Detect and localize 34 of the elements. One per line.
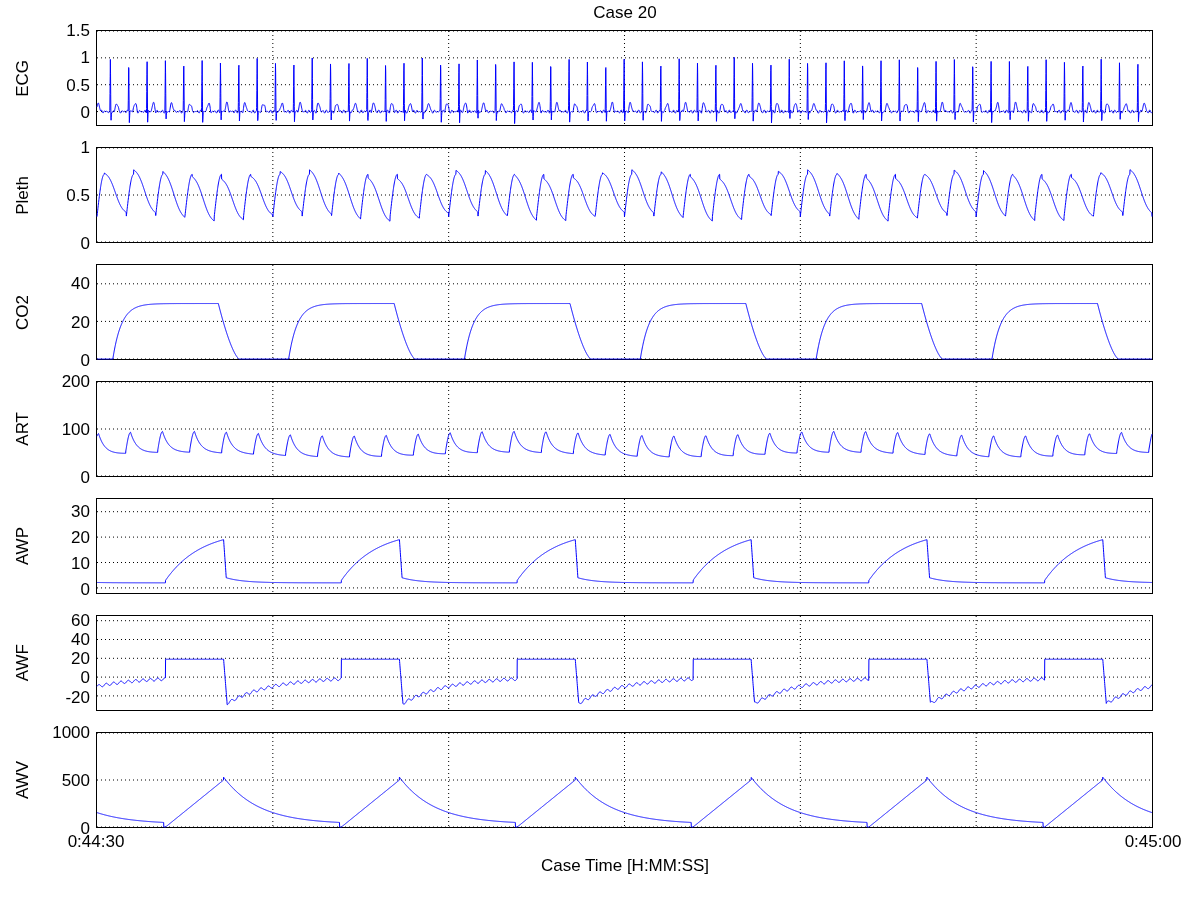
tick-label: 200 — [61, 372, 90, 390]
tick-label: 1 — [80, 138, 90, 156]
tick-label: 20 — [71, 528, 90, 546]
tick-label: 60 — [71, 611, 90, 629]
tick-label: 1000 — [52, 723, 90, 741]
tick-label: 40 — [71, 630, 90, 648]
axis-label: AWV — [13, 760, 33, 800]
tick-label: 100 — [61, 420, 90, 438]
tick-label: 20 — [71, 313, 90, 331]
tick-label: 20 — [71, 649, 90, 667]
tick-label: 1 — [80, 48, 90, 66]
tick-label: 0.5 — [66, 76, 90, 94]
axis-label: ECG — [13, 59, 33, 97]
tick-label: 0 — [80, 580, 90, 598]
tick-label: 0 — [80, 234, 90, 252]
tick-label: 10 — [71, 554, 90, 572]
tick-label: 500 — [61, 771, 90, 789]
tick-label: 0:45:00 — [1124, 832, 1182, 852]
axis-label: Case Time [H:MM:SS] — [540, 856, 710, 876]
tick-label: 0 — [80, 468, 90, 486]
tick-label: 0 — [80, 668, 90, 686]
tick-label: 30 — [71, 502, 90, 520]
axis-label: Pleth — [13, 175, 33, 215]
axis-label: CO2 — [13, 294, 33, 330]
axis-label: ART — [13, 412, 33, 446]
axis-label: AWP — [13, 526, 33, 566]
axis-label: AWF — [13, 644, 33, 682]
tick-label: 0 — [80, 351, 90, 369]
tick-label: 0.5 — [66, 186, 90, 204]
tick-label: 40 — [71, 274, 90, 292]
tick-label: 0 — [80, 103, 90, 121]
tick-label: -20 — [65, 688, 90, 706]
chart-title: Case 20 — [593, 2, 657, 24]
tick-label: 1.5 — [66, 21, 90, 39]
